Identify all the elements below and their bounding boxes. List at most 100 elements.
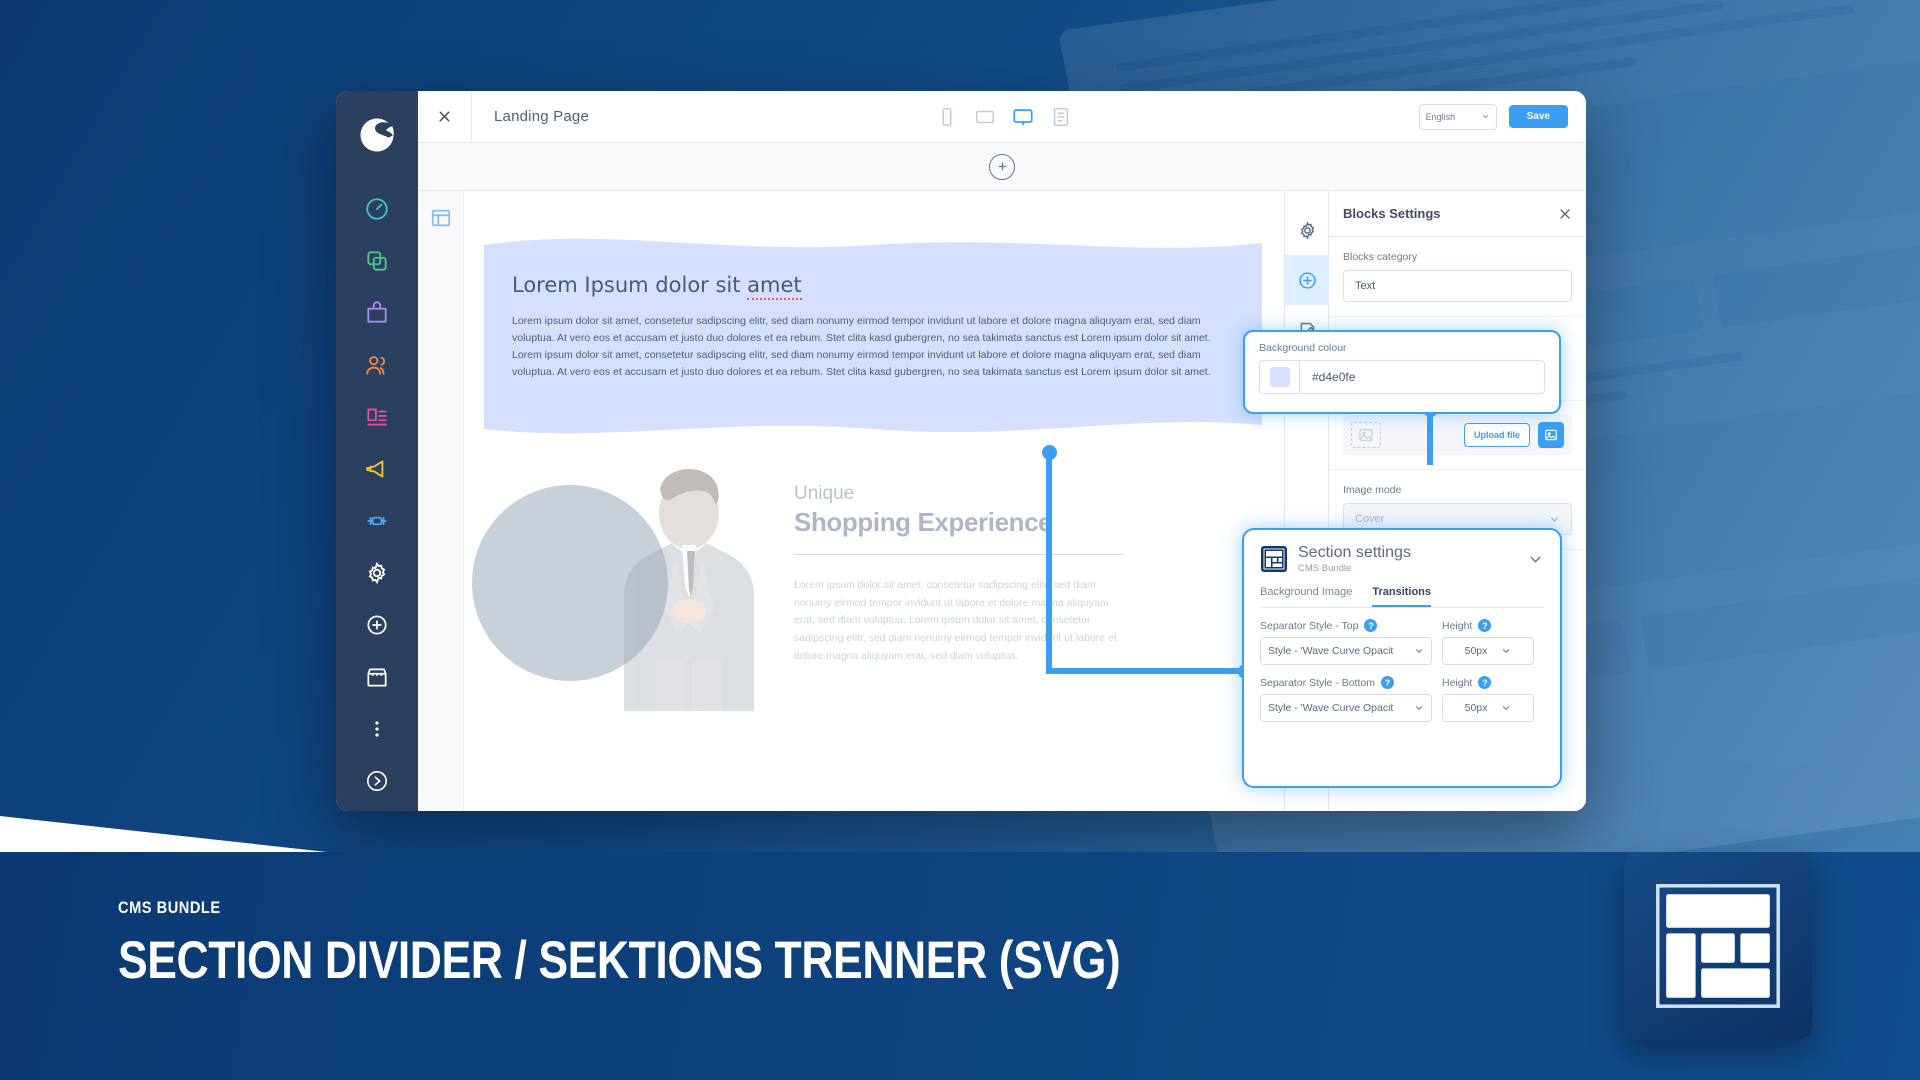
- separator-bottom-style-value: Style - 'Wave Curve Opacit: [1268, 702, 1394, 714]
- chevron-down-icon: [1415, 706, 1423, 711]
- callout-section-settings: Section settings CMS Bundle Background I…: [1242, 528, 1562, 788]
- close-editor-button[interactable]: [418, 91, 472, 142]
- separator-bottom-height-select[interactable]: 50px: [1442, 694, 1534, 722]
- chevron-down-icon: [1503, 706, 1510, 711]
- separator-bottom-height-field: Height ? 50px: [1442, 676, 1534, 722]
- banner-kicker: CMS BUNDLE: [118, 898, 221, 917]
- image-icon: [1545, 429, 1557, 441]
- topbar-actions: English Save: [1418, 103, 1586, 130]
- separator-bottom-style-select[interactable]: Style - 'Wave Curve Opacit: [1260, 694, 1432, 722]
- separator-top-height-field: Height ? 50px: [1442, 619, 1534, 665]
- hero-heading: Lorem Ipsum dolor sit amet: [512, 273, 1228, 300]
- add-section-button[interactable]: [989, 153, 1015, 180]
- hero-heading-plain: Lorem Ipsum dolor sit: [512, 273, 748, 297]
- hero-heading-marked: amet: [747, 273, 802, 300]
- banner-title: SECTION DIVIDER / SEKTIONS TRENNER (SVG): [118, 931, 1121, 990]
- section-layout-icon[interactable]: [430, 207, 452, 229]
- close-icon[interactable]: [1558, 207, 1572, 221]
- section-settings-title: Section settings: [1298, 544, 1411, 561]
- separator-bottom-style-label-row: Separator Style - Bottom ?: [1260, 676, 1432, 689]
- colour-chip: [1269, 367, 1290, 387]
- sidebar-item-expand[interactable]: [351, 755, 403, 807]
- panel-header: Blocks Settings: [1329, 191, 1586, 237]
- mobile-icon[interactable]: [936, 106, 958, 128]
- blocks-category-group: Blocks category Text: [1329, 237, 1586, 317]
- device-preview-group: [589, 106, 1419, 128]
- chevron-down-icon: [1415, 649, 1423, 654]
- tab-transitions[interactable]: Transitions: [1372, 586, 1432, 607]
- close-icon: [439, 111, 450, 122]
- help-icon[interactable]: ?: [1478, 676, 1492, 689]
- admin-sidebar: [336, 91, 418, 811]
- canvas-gutter: [418, 191, 464, 811]
- separator-bottom-style-label: Separator Style - Bottom: [1260, 676, 1375, 689]
- gear-icon: [1300, 220, 1314, 240]
- language-select[interactable]: English: [1418, 103, 1497, 130]
- tab-background-image[interactable]: Background Image: [1260, 586, 1352, 607]
- panel-rail-settings[interactable]: [1285, 205, 1329, 255]
- panel-rail-add-block[interactable]: [1285, 255, 1329, 305]
- upload-file-button[interactable]: Upload file: [1463, 423, 1530, 447]
- plus-circle-icon: [1298, 271, 1316, 289]
- page-canvas[interactable]: Lorem Ipsum dolor sit amet Lorem ipsum d…: [464, 191, 1284, 811]
- separator-bottom-row: Separator Style - Bottom ? Style - 'Wave…: [1260, 676, 1544, 722]
- cms-bundle-logo: [1260, 545, 1288, 573]
- language-select-value: English: [1425, 111, 1456, 122]
- separator-top-height-select[interactable]: 50px: [1442, 637, 1534, 665]
- panel-title: Blocks Settings: [1343, 206, 1441, 221]
- shopware-logo[interactable]: [355, 113, 399, 157]
- separator-top-style-select[interactable]: Style - 'Wave Curve Opacit: [1260, 637, 1432, 665]
- separator-top-style-value: Style - 'Wave Curve Opacit: [1268, 645, 1394, 657]
- callout-background-colour: Background colour #d4e0fe: [1243, 330, 1561, 414]
- hero-paragraph: Lorem ipsum dolor sit amet, consetetur s…: [512, 315, 1211, 378]
- form-icon[interactable]: [1050, 106, 1072, 128]
- sidebar-item-extensions[interactable]: [351, 495, 403, 547]
- media-picker-button[interactable]: [1538, 422, 1564, 448]
- businessman-photo: [594, 465, 784, 711]
- sidebar-item-orders[interactable]: [351, 287, 403, 339]
- separator-top-style-field: Separator Style - Top ? Style - 'Wave Cu…: [1260, 619, 1432, 665]
- save-button[interactable]: Save: [1508, 105, 1568, 128]
- add-section-bar: [418, 143, 1586, 191]
- sidebar-item-store[interactable]: [351, 651, 403, 703]
- help-icon[interactable]: ?: [1364, 619, 1378, 632]
- blocks-category-label: Blocks category: [1343, 251, 1418, 263]
- hero-text-block[interactable]: Lorem Ipsum dolor sit amet Lorem ipsum d…: [484, 229, 1262, 451]
- sidebar-item-add[interactable]: [351, 599, 403, 651]
- plus-icon: [998, 162, 1006, 171]
- tablet-icon[interactable]: [974, 106, 996, 128]
- background-colour-label: Background colour: [1259, 342, 1347, 354]
- sidebar-item-catalogues[interactable]: [351, 235, 403, 287]
- image-placeholder-icon: [1351, 422, 1381, 448]
- cms-layout-grid-icon: [1656, 884, 1780, 1008]
- separator-top-row: Separator Style - Top ? Style - 'Wave Cu…: [1260, 619, 1544, 665]
- section-headline: Shopping Experience: [794, 507, 1053, 537]
- help-icon[interactable]: ?: [1478, 619, 1492, 632]
- background-colour-field[interactable]: #d4e0fe: [1259, 360, 1545, 394]
- section-settings-titles: Section settings CMS Bundle: [1298, 544, 1517, 574]
- separator-top-height-label: Height: [1442, 619, 1473, 632]
- separator-top-height-label-row: Height ?: [1442, 619, 1534, 632]
- divider-rule: [794, 554, 1124, 555]
- separator-top-style-label: Separator Style - Top: [1260, 619, 1359, 632]
- sidebar-item-dashboard[interactable]: [351, 183, 403, 235]
- upload-row: Upload file: [1343, 415, 1572, 455]
- sidebar-item-more[interactable]: [351, 703, 403, 755]
- background-colour-value[interactable]: #d4e0fe: [1300, 361, 1544, 393]
- section-settings-subtitle: CMS Bundle: [1298, 563, 1352, 574]
- chevron-down-icon[interactable]: [1527, 551, 1544, 568]
- blocks-category-input[interactable]: Text: [1343, 270, 1572, 302]
- bottom-banner: CMS BUNDLE SECTION DIVIDER / SEKTIONS TR…: [0, 852, 1920, 1080]
- sidebar-item-content[interactable]: [351, 391, 403, 443]
- second-section[interactable]: Unique Shopping Experience Lorem ipsum d…: [464, 459, 1284, 811]
- sidebar-item-marketing[interactable]: [351, 443, 403, 495]
- product-badge: [1624, 852, 1812, 1040]
- sidebar-item-customers[interactable]: [351, 339, 403, 391]
- separator-bottom-height-value: 50px: [1464, 702, 1488, 714]
- colour-swatch-button[interactable]: [1260, 361, 1300, 393]
- page-title: Landing Page: [494, 108, 589, 125]
- canvas-wrapper: Lorem Ipsum dolor sit amet Lorem ipsum d…: [418, 191, 1284, 811]
- sidebar-item-settings[interactable]: [351, 547, 403, 599]
- desktop-icon[interactable]: [1012, 106, 1034, 128]
- help-icon[interactable]: ?: [1380, 676, 1394, 689]
